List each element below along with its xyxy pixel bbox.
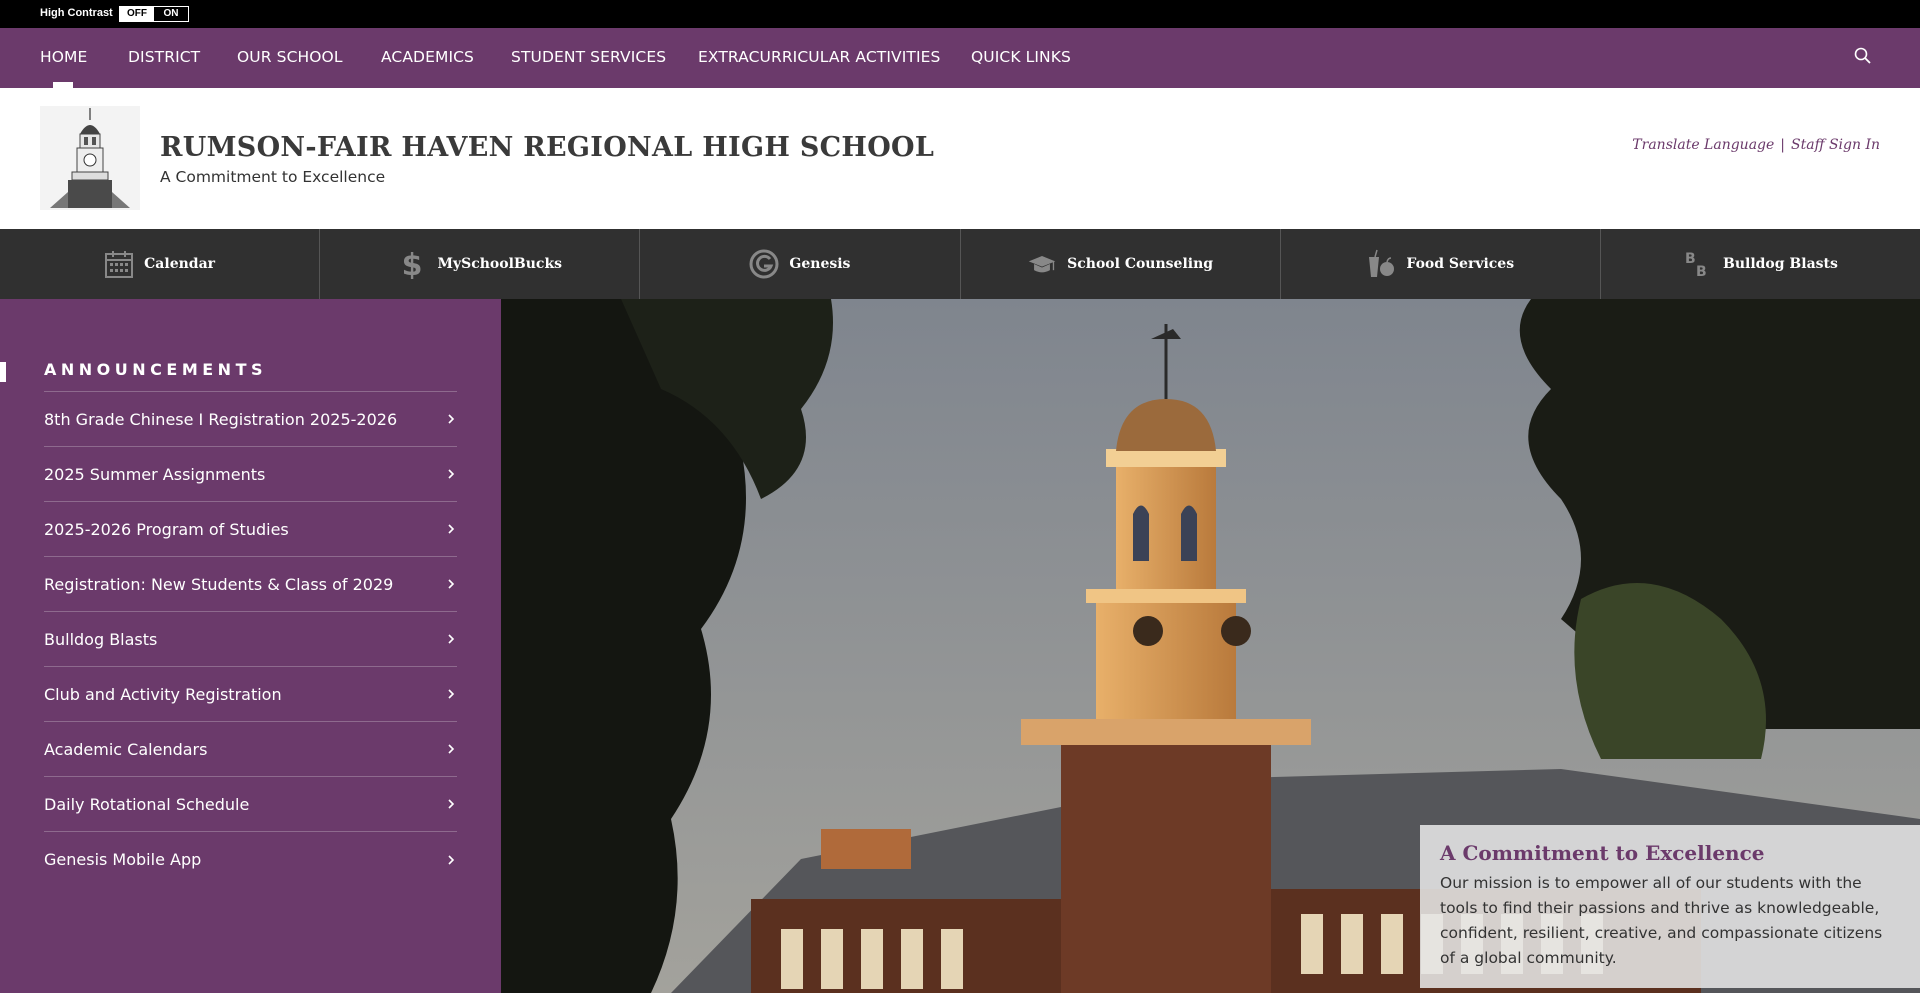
announcements-title: ANNOUNCEMENTS — [44, 360, 267, 379]
chevron-right-icon — [448, 634, 455, 644]
nav-academics[interactable]: ACADEMICS — [381, 48, 474, 66]
announcement-item[interactable]: Registration: New Students & Class of 20… — [44, 557, 457, 612]
hero-caption-text: Our mission is to empower all of our stu… — [1440, 874, 1883, 967]
announcement-label: 8th Grade Chinese I Registration 2025-20… — [44, 409, 398, 429]
quick-link-label: Calendar — [144, 256, 216, 272]
food-icon — [1366, 249, 1396, 279]
quick-links-bar: Calendar $ MySchoolBucks Genesis School … — [0, 229, 1920, 299]
chevron-right-icon — [448, 854, 455, 865]
announcement-item[interactable]: 2025 Summer Assignments — [44, 447, 457, 502]
announcement-item[interactable]: Academic Calendars — [44, 722, 457, 777]
svg-text:B: B — [1685, 251, 1696, 267]
announcement-item[interactable]: Genesis Mobile App — [44, 832, 457, 887]
search-icon[interactable] — [1853, 46, 1873, 66]
announcement-item[interactable]: Club and Activity Registration — [44, 667, 457, 722]
chevron-right-icon — [448, 799, 455, 809]
genesis-icon — [749, 249, 779, 279]
quick-link-genesis[interactable]: Genesis — [640, 229, 961, 299]
quick-link-food-services[interactable]: Food Services — [1281, 229, 1601, 299]
utility-separator: | — [1780, 137, 1786, 153]
quick-link-bulldog-blasts[interactable]: BB Bulldog Blasts — [1601, 229, 1920, 299]
quick-link-calendar[interactable]: Calendar — [0, 229, 321, 299]
announcement-item[interactable]: Bulldog Blasts — [44, 612, 457, 667]
high-contrast-toggle[interactable]: OFF ON — [119, 6, 189, 22]
chevron-right-icon — [448, 524, 455, 534]
nav-district[interactable]: DISTRICT — [128, 48, 200, 66]
dollar-icon: $ — [397, 249, 427, 279]
announcement-label: Club and Activity Registration — [44, 684, 282, 704]
quick-link-label: Food Services — [1406, 256, 1515, 272]
header-utility-links: Translate Language | Staff Sign In — [1632, 137, 1880, 153]
announcement-label: 2025-2026 Program of Studies — [44, 519, 289, 539]
chevron-right-icon — [448, 744, 455, 754]
main-navigation: HOME DISTRICT OUR SCHOOL ACADEMICS STUDE… — [0, 28, 1920, 88]
calendar-icon — [104, 249, 134, 279]
quick-link-label: School Counseling — [1067, 256, 1214, 272]
announcement-label: Genesis Mobile App — [44, 850, 202, 869]
high-contrast-off[interactable]: OFF — [120, 7, 154, 21]
top-utility-bar: High Contrast OFF ON — [0, 0, 1920, 28]
quick-link-label: Bulldog Blasts — [1722, 256, 1838, 272]
announcement-label: 2025 Summer Assignments — [44, 464, 266, 484]
chevron-right-icon — [448, 689, 455, 699]
nav-student-services[interactable]: STUDENT SERVICES — [511, 48, 666, 66]
graduation-cap-icon — [1027, 249, 1057, 279]
announcements-list: 8th Grade Chinese I Registration 2025-20… — [44, 392, 457, 887]
chevron-right-icon — [448, 469, 455, 479]
translate-language-link[interactable]: Translate Language — [1632, 137, 1774, 153]
quick-link-label: MySchoolBucks — [437, 256, 563, 272]
announcement-item[interactable]: Daily Rotational Schedule — [44, 777, 457, 832]
hero-caption: A Commitment to Excellence Our mission i… — [1420, 825, 1920, 988]
announcement-label: Academic Calendars — [44, 739, 208, 759]
school-logo[interactable] — [40, 106, 140, 210]
announcement-item[interactable]: 2025-2026 Program of Studies — [44, 502, 457, 557]
bb-icon: BB — [1683, 249, 1713, 279]
announcements-marker — [0, 362, 6, 382]
svg-text:B: B — [1696, 264, 1707, 279]
nav-our-school[interactable]: OUR SCHOOL — [237, 48, 343, 66]
announcement-label: Daily Rotational Schedule — [44, 794, 250, 814]
site-header: RUMSON-FAIR HAVEN REGIONAL HIGH SCHOOL A… — [0, 88, 1920, 229]
chevron-right-icon — [448, 579, 455, 589]
quick-link-myschoolbucks[interactable]: $ MySchoolBucks — [320, 229, 641, 299]
staff-sign-in-link[interactable]: Staff Sign In — [1791, 137, 1880, 153]
nav-quick-links[interactable]: QUICK LINKS — [971, 48, 1071, 66]
high-contrast-label: High Contrast — [40, 7, 113, 19]
nav-extracurricular-activities[interactable]: EXTRACURRICULAR ACTIVITIES — [698, 48, 940, 66]
nav-home[interactable]: HOME — [40, 48, 87, 66]
chevron-right-icon — [448, 414, 455, 424]
quick-link-school-counseling[interactable]: School Counseling — [961, 229, 1281, 299]
quick-link-label: Genesis — [789, 256, 851, 272]
high-contrast-on[interactable]: ON — [154, 7, 188, 21]
announcement-label: Bulldog Blasts — [44, 629, 158, 649]
school-name: RUMSON-FAIR HAVEN REGIONAL HIGH SCHOOL — [160, 132, 935, 163]
svg-text:$: $ — [402, 249, 423, 279]
announcements-panel: ANNOUNCEMENTS 8th Grade Chinese I Regist… — [0, 299, 501, 993]
school-tagline: A Commitment to Excellence — [160, 168, 386, 186]
announcement-label: Registration: New Students & Class of 20… — [44, 574, 394, 594]
announcement-item[interactable]: 8th Grade Chinese I Registration 2025-20… — [44, 392, 457, 447]
hero-caption-title: A Commitment to Excellence — [1440, 841, 1765, 865]
